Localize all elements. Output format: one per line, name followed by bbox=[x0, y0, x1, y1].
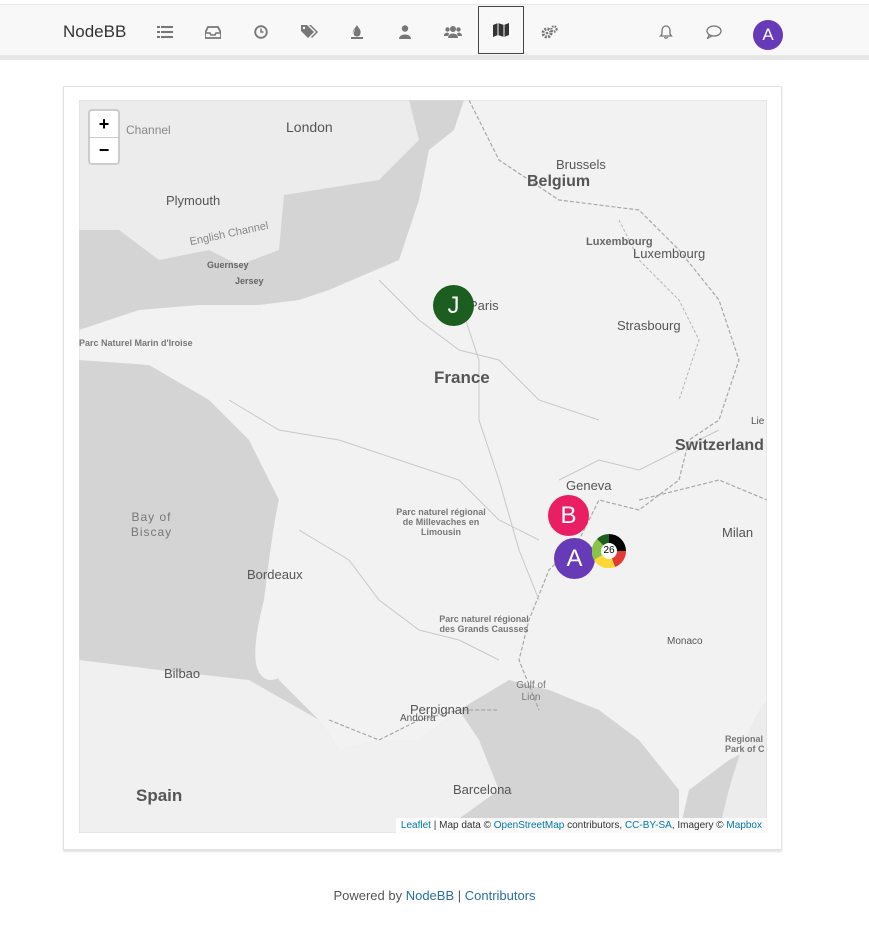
attr-imagery: , Imagery © bbox=[671, 820, 727, 831]
marker-cluster[interactable]: 26 bbox=[591, 534, 627, 569]
attr-contributors: contributors, bbox=[564, 820, 625, 831]
map-label-channel: Channel bbox=[126, 123, 171, 137]
user-avatar[interactable]: A bbox=[753, 20, 783, 50]
navbar: NodeBB A bbox=[0, 4, 869, 56]
zoom-in-button[interactable]: + bbox=[90, 111, 118, 137]
mapbox-link[interactable]: Mapbox bbox=[726, 820, 762, 831]
map-icon[interactable] bbox=[478, 6, 524, 54]
footer: Powered by NodeBB | Contributors bbox=[0, 888, 869, 903]
map-label-monaco: Monaco bbox=[667, 636, 703, 647]
user-marker-j[interactable]: J bbox=[433, 285, 474, 326]
clock-icon[interactable] bbox=[238, 9, 284, 55]
list-icon[interactable] bbox=[142, 9, 188, 55]
map-label-brussels: Brussels bbox=[556, 157, 606, 172]
map-label-gulf-of-lion: Gulf of Lion bbox=[516, 680, 546, 703]
user-icon[interactable] bbox=[382, 9, 428, 55]
osm-link[interactable]: OpenStreetMap bbox=[494, 820, 565, 831]
map-label-grands-causses: Parc naturel régional des Grands Causses bbox=[439, 614, 529, 634]
map-label-london: London bbox=[286, 119, 333, 135]
map-container[interactable]: + − Channel London Brussels Belgium Plym… bbox=[79, 100, 767, 833]
map-label-belgium: Belgium bbox=[527, 173, 591, 190]
map-label-luxembourg-city: Luxembourg bbox=[633, 246, 706, 261]
footer-prefix: Powered by bbox=[333, 888, 406, 903]
map-attribution: Leaflet | Map data © OpenStreetMap contr… bbox=[395, 818, 767, 833]
footer-pipe: | bbox=[454, 888, 465, 903]
map-label-andorra: Andorra bbox=[400, 713, 436, 724]
map-label-spain: Spain bbox=[136, 786, 183, 805]
attr-sep: | Map data © bbox=[430, 820, 494, 831]
map-label-plymouth: Plymouth bbox=[166, 193, 221, 208]
map-label-france: France bbox=[434, 368, 490, 387]
map-label-milan: Milan bbox=[722, 525, 754, 540]
tags-icon[interactable] bbox=[286, 9, 332, 55]
user-marker-b[interactable]: B bbox=[548, 495, 589, 536]
brand-link[interactable]: NodeBB bbox=[63, 22, 126, 42]
user-marker-a[interactable]: A bbox=[554, 538, 595, 579]
leaflet-link[interactable]: Leaflet bbox=[401, 820, 431, 831]
map-label-barcelona: Barcelona bbox=[453, 782, 512, 797]
map-label-switzerland: Switzerland bbox=[675, 437, 764, 454]
footer-contributors-link[interactable]: Contributors bbox=[465, 888, 536, 903]
map-label-strasbourg: Strasbourg bbox=[617, 318, 681, 333]
footer-nodebb-link[interactable]: NodeBB bbox=[406, 888, 454, 903]
zoom-out-button[interactable]: − bbox=[90, 137, 118, 163]
map-label-bilbao: Bilbao bbox=[164, 666, 201, 681]
navbar-shadow bbox=[0, 56, 869, 60]
inbox-icon[interactable] bbox=[190, 9, 236, 55]
map-label-regional-park: Regional Park of C bbox=[725, 734, 765, 754]
zoom-control: + − bbox=[88, 109, 120, 165]
map-label-jersey: Jersey bbox=[235, 276, 264, 286]
map-label-lie: Lie bbox=[751, 416, 765, 427]
map-label-millevaches: Parc naturel régional de Millevaches en … bbox=[396, 507, 486, 537]
map-label-geneva: Geneva bbox=[566, 478, 612, 493]
bell-icon[interactable] bbox=[643, 9, 689, 55]
chat-icon[interactable] bbox=[691, 9, 737, 55]
map-label-bay-of-biscay: Bay of Biscay bbox=[130, 510, 173, 539]
map-label-parc-iroise: Parc Naturel Marin d'Iroise bbox=[79, 338, 193, 348]
fire-icon[interactable] bbox=[334, 9, 380, 55]
cluster-count: 26 bbox=[603, 545, 615, 556]
license-link[interactable]: CC-BY-SA bbox=[625, 820, 672, 831]
map-label-bordeaux: Bordeaux bbox=[247, 567, 303, 582]
map-label-guernsey: Guernsey bbox=[207, 260, 249, 270]
users-icon[interactable] bbox=[430, 9, 476, 55]
cogs-icon[interactable] bbox=[526, 9, 572, 55]
